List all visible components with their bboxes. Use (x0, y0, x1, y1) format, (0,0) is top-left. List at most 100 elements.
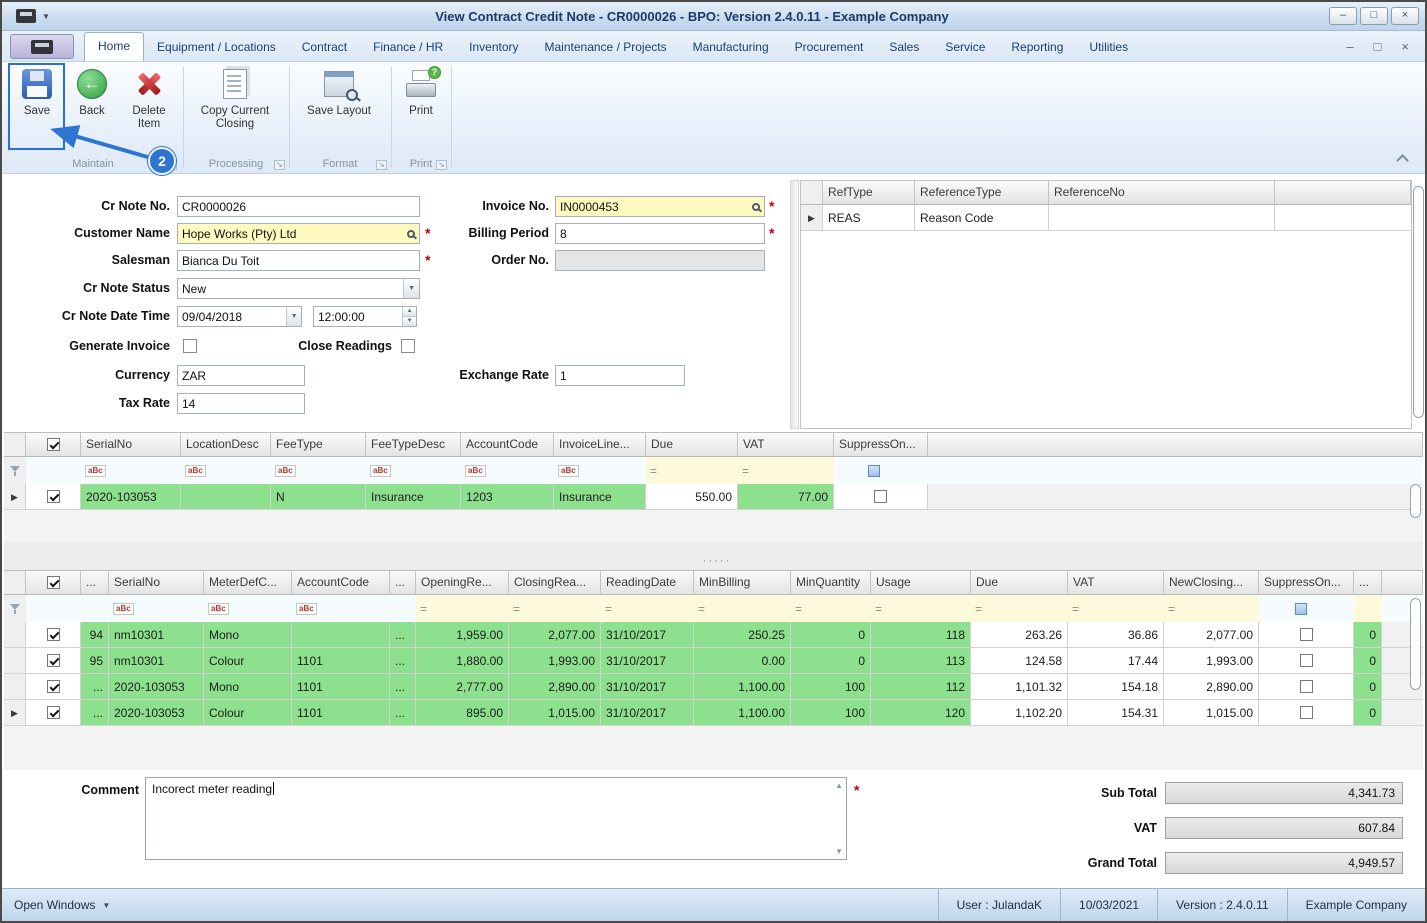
grid-cell[interactable]: N (271, 484, 366, 510)
grid-cell[interactable]: ... (390, 648, 416, 674)
filter-cell[interactable]: = (1068, 595, 1164, 622)
spin-up-icon[interactable]: ▲ (403, 307, 416, 316)
grid-cell[interactable]: 1,880.00 (416, 648, 509, 674)
grid-cell[interactable]: ... (390, 674, 416, 700)
column-header[interactable]: FeeTypeDesc (366, 433, 461, 457)
grid-cell[interactable]: ... (81, 700, 109, 726)
grid-cell[interactable]: ... (390, 700, 416, 726)
column-header[interactable]: RefType (823, 181, 915, 205)
save-layout-button[interactable]: Save Layout (294, 67, 384, 118)
grid-cell[interactable]: 77.00 (738, 484, 834, 510)
close-readings-checkbox[interactable] (401, 339, 415, 353)
column-header[interactable]: MinQuantity (791, 571, 871, 595)
tab-equipment-locations[interactable]: Equipment / Locations (144, 34, 289, 61)
grid-cell[interactable] (292, 622, 390, 648)
tab-sales[interactable]: Sales (876, 34, 932, 61)
grid-cell[interactable]: 100 (791, 700, 871, 726)
currency-field[interactable] (177, 365, 305, 386)
suppress-checkbox[interactable] (1259, 700, 1354, 726)
column-header[interactable]: InvoiceLine... (554, 433, 646, 457)
grid-cell[interactable]: 154.18 (1068, 674, 1164, 700)
filter-cell[interactable]: aBc (292, 595, 390, 622)
column-header[interactable]: MinBilling (694, 571, 791, 595)
suppress-checkbox[interactable] (834, 484, 928, 510)
grid-cell[interactable]: Insurance (366, 484, 461, 510)
tab-inventory[interactable]: Inventory (456, 34, 531, 61)
grid-cell[interactable]: Colour (204, 648, 292, 674)
column-header[interactable]: ReferenceNo (1049, 181, 1275, 205)
column-header[interactable]: Due (971, 571, 1068, 595)
grid-cell[interactable]: 100 (791, 674, 871, 700)
grid-cell[interactable]: 1,100.00 (694, 700, 791, 726)
cr-note-no-field[interactable] (177, 196, 420, 217)
dialog-launcher-icon[interactable]: ↘ (274, 160, 285, 170)
grid-cell[interactable]: 120 (871, 700, 971, 726)
grid-cell[interactable]: 0 (1354, 700, 1382, 726)
row-checkbox[interactable] (26, 484, 81, 510)
close-button[interactable]: × (1391, 7, 1419, 25)
column-header[interactable]: ClosingRea... (509, 571, 601, 595)
minimize-button[interactable]: – (1329, 7, 1357, 25)
filter-cell[interactable]: aBc (181, 457, 271, 484)
scrollbar-thumb[interactable] (1410, 484, 1421, 518)
filter-cell[interactable] (1259, 595, 1354, 622)
column-header[interactable]: ... (81, 571, 109, 595)
grid-cell[interactable]: 1,959.00 (416, 622, 509, 648)
grid-cell[interactable]: 36.86 (1068, 622, 1164, 648)
grid-cell[interactable]: 895.00 (416, 700, 509, 726)
grid-cell[interactable]: 17.44 (1068, 648, 1164, 674)
exchange-rate-field[interactable] (555, 365, 685, 386)
suppress-checkbox[interactable] (1259, 674, 1354, 700)
customer-name-field[interactable] (177, 223, 420, 244)
column-header[interactable]: ... (1354, 571, 1382, 595)
filter-cell[interactable]: = (1164, 595, 1259, 622)
collapse-ribbon-icon[interactable] (1396, 154, 1409, 167)
grid-cell[interactable]: 1,100.00 (694, 674, 791, 700)
billing-period-field[interactable] (555, 223, 765, 244)
grid-cell[interactable]: 2020-103053 (109, 674, 204, 700)
column-header[interactable]: OpeningRe... (416, 571, 509, 595)
grid-cell[interactable]: 1,101.32 (971, 674, 1068, 700)
grid-cell[interactable]: 0 (791, 648, 871, 674)
column-header[interactable]: ReadingDate (601, 571, 694, 595)
grid-cell[interactable]: 1101 (292, 674, 390, 700)
column-header[interactable]: VAT (1068, 571, 1164, 595)
filter-cell[interactable]: aBc (109, 595, 204, 622)
grid-cell[interactable]: 250.25 (694, 622, 791, 648)
column-header[interactable]: ... (390, 571, 416, 595)
filter-cell[interactable]: = (601, 595, 694, 622)
grid-cell[interactable]: 2,077.00 (509, 622, 601, 648)
child-close-icon[interactable]: × (1401, 40, 1409, 53)
column-header[interactable]: ReferenceType (915, 181, 1049, 205)
grid-cell[interactable]: 1203 (461, 484, 554, 510)
grid-cell[interactable]: 95 (81, 648, 109, 674)
grid-cell[interactable]: Colour (204, 700, 292, 726)
grid-cell[interactable]: 0.00 (694, 648, 791, 674)
grid-cell[interactable]: 31/10/2017 (601, 700, 694, 726)
quick-access-caret-icon[interactable]: ▼ (42, 12, 50, 21)
filter-cell[interactable]: aBc (81, 457, 181, 484)
copy-current-closing-button[interactable]: Copy Current Closing (188, 67, 282, 131)
column-header[interactable]: LocationDesc (181, 433, 271, 457)
invoice-no-field[interactable] (555, 196, 765, 217)
chevron-down-icon[interactable]: ▼ (286, 307, 301, 326)
filter-cell[interactable]: = (871, 595, 971, 622)
grid-cell[interactable]: 118 (871, 622, 971, 648)
grid-cell[interactable]: 2,890.00 (509, 674, 601, 700)
grid-cell[interactable]: 31/10/2017 (601, 648, 694, 674)
filter-cell[interactable]: aBc (461, 457, 554, 484)
grid-cell[interactable]: 0 (1354, 622, 1382, 648)
grid-cell[interactable]: REAS (823, 205, 915, 231)
column-header[interactable]: AccountCode (292, 571, 390, 595)
grid-cell[interactable]: 2020-103053 (81, 484, 181, 510)
filter-cell[interactable]: = (646, 457, 738, 484)
column-header[interactable]: AccountCode (461, 433, 554, 457)
cr-note-time-spinner[interactable]: ▲ ▼ (313, 306, 417, 327)
child-restore-icon[interactable]: □ (1374, 40, 1382, 53)
tab-home[interactable]: Home (84, 32, 145, 61)
suppress-checkbox[interactable] (1259, 648, 1354, 674)
row-checkbox[interactable] (26, 674, 81, 700)
grid-cell[interactable]: 112 (871, 674, 971, 700)
column-header[interactable]: NewClosing... (1164, 571, 1259, 595)
table-row[interactable]: 95 nm10301 Colour 1101 ... 1,880.00 1,99… (4, 648, 1423, 674)
